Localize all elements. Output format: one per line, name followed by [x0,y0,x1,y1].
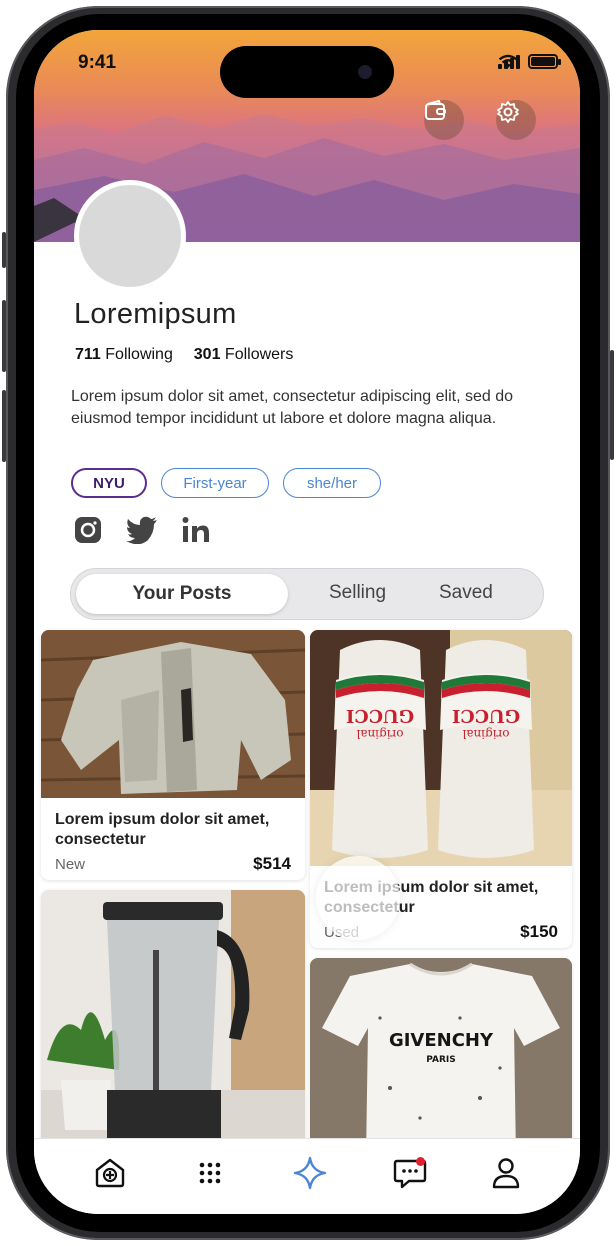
post-image-jacket [41,630,305,798]
tag-year[interactable]: First-year [161,468,269,498]
follow-stats: 711 Following 301 Followers [75,346,293,364]
phone-power-button [610,350,614,460]
post-image-tshirt: GIVENCHY PARIS [310,958,572,1158]
phone-volume-down [2,390,6,462]
profile-bio: Lorem ipsum dolor sit amet, consectetur … [71,388,513,427]
tag-school[interactable]: NYU [71,468,147,498]
grid-icon [199,1162,221,1184]
post-card[interactable] [41,890,305,1150]
post-title: Lorem ipsum dolor sit amet, consectetur [55,811,270,848]
dynamic-island [220,46,394,98]
wifi-icon [498,54,518,68]
tshirt-city: PARIS [426,1055,456,1065]
screen: 9:41 Loremipsum 711 Following 301 Follow… [34,30,580,1214]
touch-indicator [316,856,400,940]
instagram-link[interactable] [74,516,102,544]
nav-categories[interactable] [192,1155,228,1191]
slides-brand-left: GUCCI [346,705,414,726]
followers-label: Followers [224,346,294,363]
tab-saved[interactable]: Saved [439,582,493,604]
slides-subtext-left: original [356,727,403,741]
nav-discover[interactable] [292,1155,328,1191]
tshirt-brand: GIVENCHY [389,1030,494,1051]
nav-messages[interactable] [392,1155,428,1191]
slides-subtext-right: original [462,727,509,741]
following-stat[interactable]: 711 Following [75,346,173,363]
post-image-blender [41,890,305,1150]
profile-tags: NYU First-year she/her [71,468,381,498]
gear-icon [497,101,519,123]
tab-your-posts[interactable]: Your Posts [76,574,288,614]
battery-icon [528,54,561,69]
twitter-link[interactable] [126,516,158,544]
slides-brand-right: GUCCI [452,705,520,726]
profile-icon [492,1158,520,1189]
settings-button[interactable] [496,100,536,140]
bottom-nav [34,1138,580,1214]
post-price: $514 [253,854,291,873]
post-price: $150 [520,922,558,941]
post-image-slides: GUCCI GUCCI original original [310,630,572,866]
followers-count: 301 [193,346,221,363]
linkedin-icon [182,517,209,542]
phone-volume-up [2,300,6,372]
followers-stat[interactable]: 301 Followers [194,346,294,363]
nav-home[interactable] [92,1155,128,1191]
wallet-icon [425,100,446,120]
phone-side-button [2,232,6,268]
post-card[interactable]: Lorem ipsum dolor sit amet, consectetur … [41,630,305,880]
unread-badge [416,1157,425,1166]
twitter-icon [126,516,157,544]
following-label: Following [105,346,173,363]
status-time: 9:41 [78,52,117,73]
camera-icon [358,65,372,79]
wallet-button[interactable] [424,100,464,140]
nav-profile[interactable] [488,1155,524,1191]
profile-tabs: Your Posts Selling Saved [70,568,544,620]
following-count: 711 [75,346,101,363]
social-links [74,516,210,544]
post-card[interactable]: GIVENCHY PARIS [310,958,572,1158]
instagram-icon [75,517,101,543]
status-icons [498,54,561,69]
sparkle-icon [293,1156,327,1190]
avatar[interactable] [74,180,186,292]
post-condition: New [55,856,86,873]
linkedin-link[interactable] [182,516,210,544]
tag-pronouns[interactable]: she/her [283,468,381,498]
home-icon [95,1158,125,1188]
profile-name: Loremipsum [74,298,237,330]
tab-selling[interactable]: Selling [329,582,386,604]
